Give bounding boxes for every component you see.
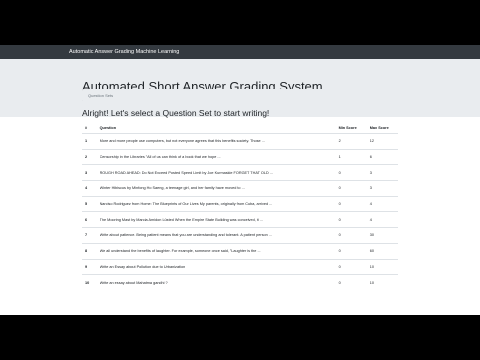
row-min-score: 0 — [335, 195, 367, 212]
row-max-score: 12 — [366, 133, 398, 150]
row-num: 2 — [82, 148, 97, 165]
row-max-score: 4 — [366, 195, 398, 212]
header-min-score: Min Score — [335, 122, 367, 134]
row-question[interactable]: More and more people use computers, but … — [100, 139, 330, 143]
section-title: Alright! Let's select a Question Set to … — [82, 108, 270, 118]
table-row[interactable]: 8 We all understand the benefits of laug… — [82, 242, 398, 259]
row-question[interactable]: Censorship in the Libraries "All of us c… — [100, 155, 330, 159]
row-num: 10 — [82, 274, 97, 290]
row-num: 7 — [82, 227, 97, 244]
row-num: 9 — [82, 258, 97, 275]
row-max-score: 3 — [366, 164, 398, 181]
row-num: 3 — [82, 164, 97, 181]
row-question[interactable]: We all understand the benefits of laught… — [100, 249, 330, 253]
navbar: Automatic Answer Grading Machine Learnin… — [0, 45, 480, 59]
row-max-score: 6 — [366, 148, 398, 165]
table-row[interactable]: 6 The Mooring Mast by Marcia Amidon Lüst… — [82, 211, 398, 228]
header-num: # — [82, 122, 97, 134]
breadcrumb: Question Sets — [82, 89, 398, 102]
row-num: 1 — [82, 133, 97, 150]
table-row[interactable]: 7 Write about patience. Being patient me… — [82, 227, 398, 244]
row-max-score: 3 — [366, 180, 398, 197]
table-row[interactable]: 1 More and more people use computers, bu… — [82, 133, 398, 150]
row-min-score: 0 — [335, 211, 367, 228]
row-min-score: 1 — [335, 148, 367, 165]
row-max-score: 60 — [366, 242, 398, 259]
row-question[interactable]: Narciso Rodriguez from Home: The Bluepri… — [100, 202, 330, 206]
table-row[interactable]: 9 Write an Essay about Pollution due to … — [82, 258, 398, 275]
row-max-score: 4 — [366, 211, 398, 228]
row-question[interactable]: The Mooring Mast by Marcia Amidon Lüsted… — [100, 218, 330, 222]
row-num: 8 — [82, 242, 97, 259]
row-min-score: 0 — [335, 242, 367, 259]
row-min-score: 2 — [335, 133, 367, 150]
navbar-brand[interactable]: Automatic Answer Grading Machine Learnin… — [69, 49, 179, 55]
row-num: 5 — [82, 195, 97, 212]
row-question[interactable]: ROUGH ROAD AHEAD: Do Not Exceed Posted S… — [100, 171, 330, 175]
row-question[interactable]: Write an Essay about Pollution due to Ur… — [100, 265, 330, 269]
row-min-score: 0 — [335, 274, 367, 290]
row-question[interactable]: Write about patience. Being patient mean… — [100, 233, 330, 237]
table-header-row: # Question Min Score Max Score — [82, 122, 398, 134]
row-max-score: 30 — [366, 227, 398, 244]
row-max-score: 10 — [366, 258, 398, 275]
row-min-score: 0 — [335, 258, 367, 275]
row-num: 4 — [82, 180, 97, 197]
row-max-score: 10 — [366, 274, 398, 290]
table-row[interactable]: 3 ROUGH ROAD AHEAD: Do Not Exceed Posted… — [82, 164, 398, 181]
table-row[interactable]: 4 Winter Hibiscus by Minfong Ho Saeng, a… — [82, 180, 398, 197]
row-min-score: 0 — [335, 180, 367, 197]
row-question[interactable]: Winter Hibiscus by Minfong Ho Saeng, a t… — [100, 186, 330, 190]
question-sets-table: # Question Min Score Max Score 1 More an… — [82, 122, 398, 290]
table-row[interactable]: 10 Write an essay about Mahatma gandhi ?… — [82, 274, 398, 290]
header-max-score: Max Score — [366, 122, 398, 134]
row-min-score: 0 — [335, 164, 367, 181]
table-row[interactable]: 2 Censorship in the Libraries "All of us… — [82, 148, 398, 165]
header-question: Question — [96, 122, 336, 134]
table-row[interactable]: 5 Narciso Rodriguez from Home: The Bluep… — [82, 195, 398, 212]
row-num: 6 — [82, 211, 97, 228]
row-min-score: 0 — [335, 227, 367, 244]
row-question[interactable]: Write an essay about Mahatma gandhi ? — [100, 281, 330, 285]
breadcrumb-item[interactable]: Question Sets — [88, 93, 113, 98]
